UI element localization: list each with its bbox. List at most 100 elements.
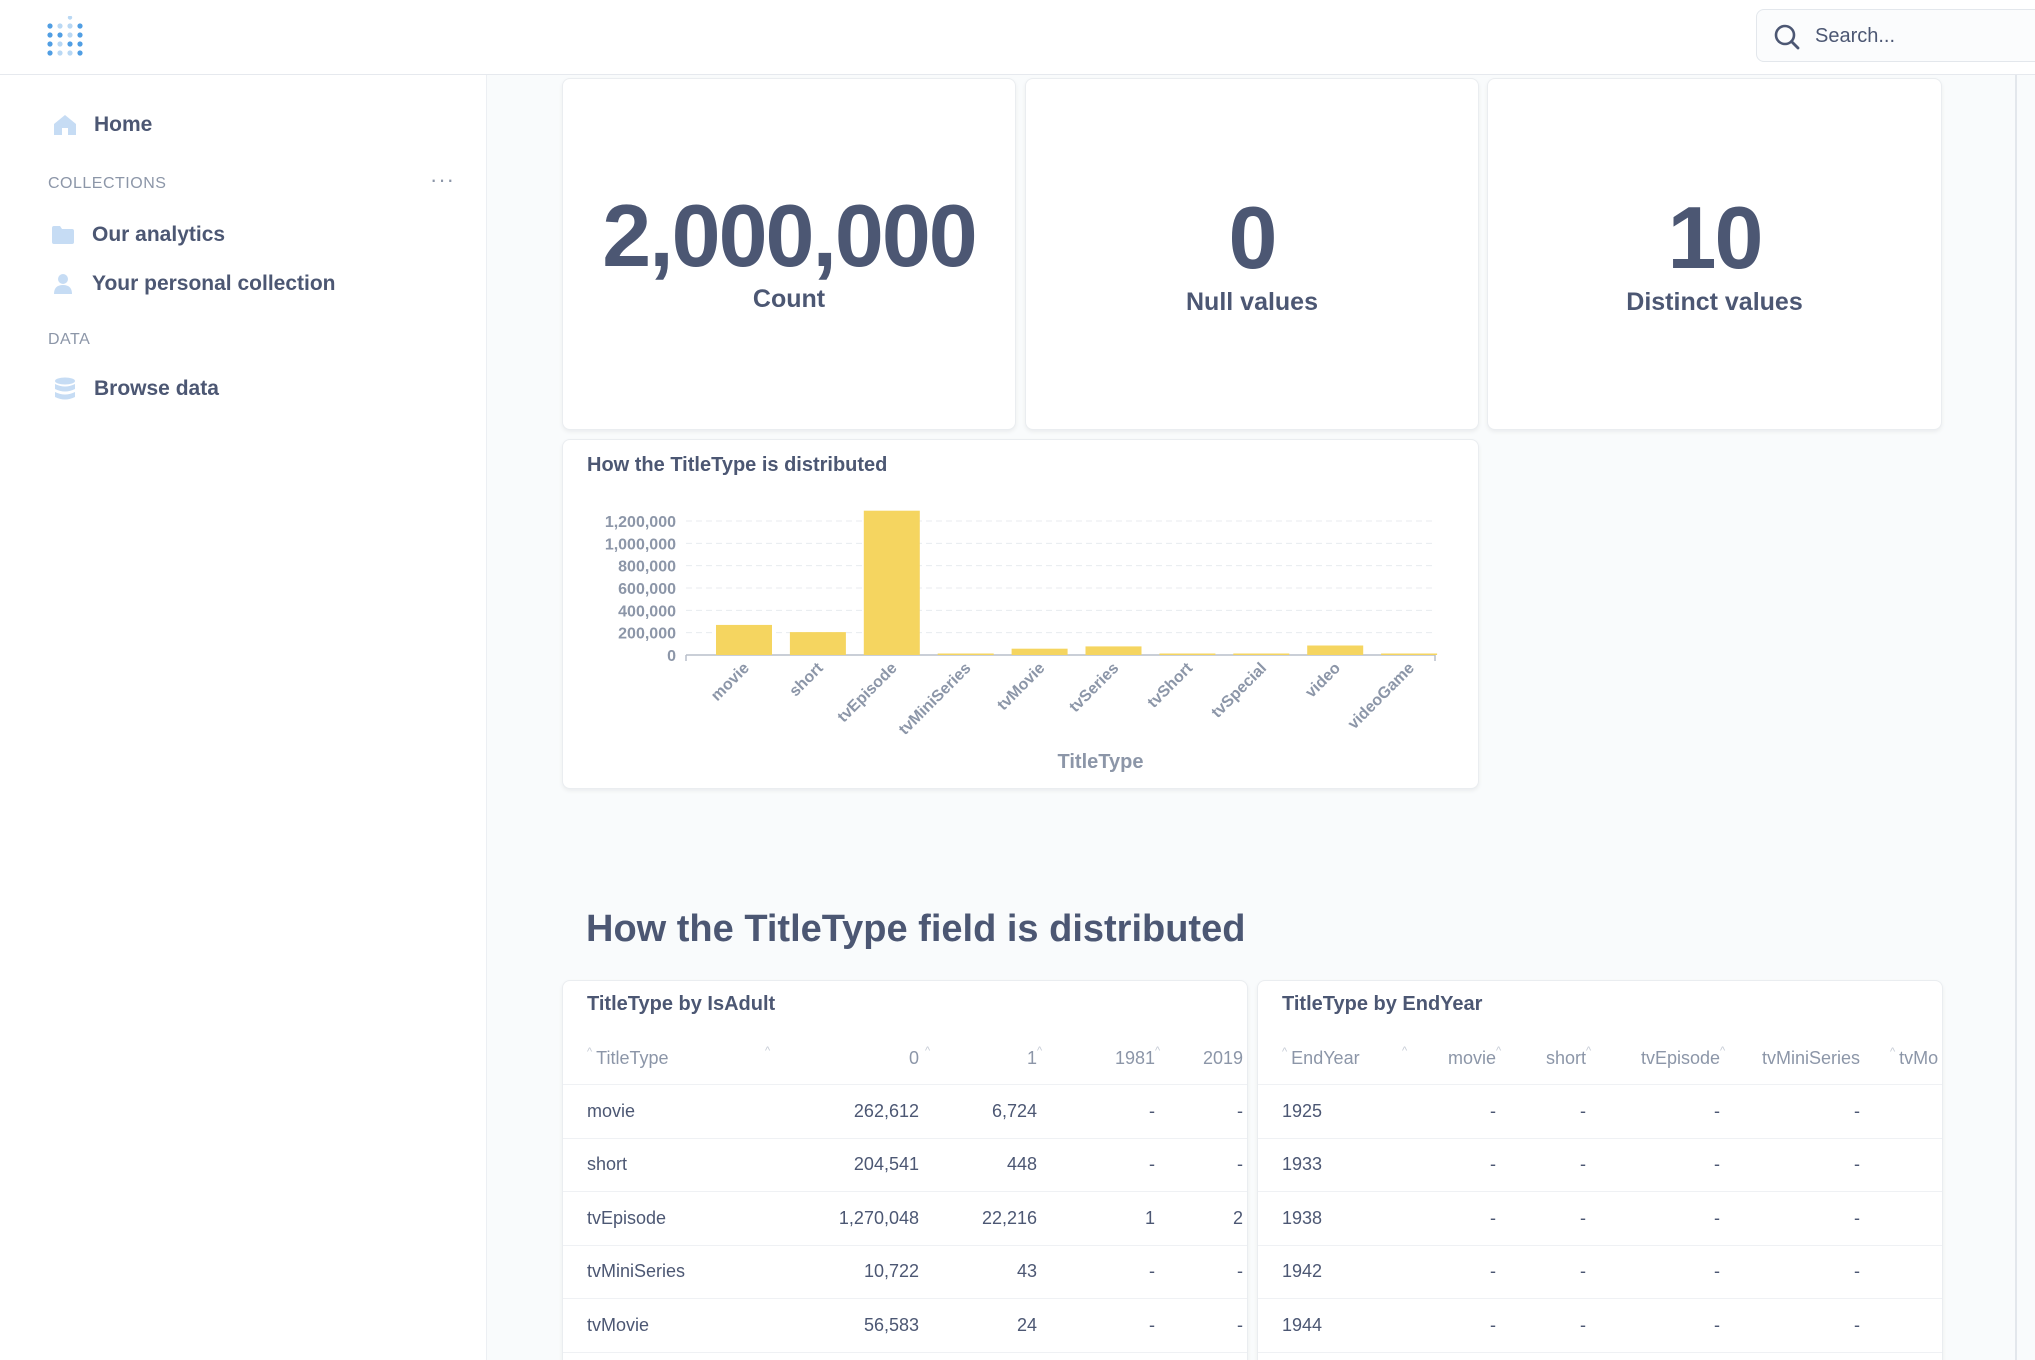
- table-cell[interactable]: -: [1496, 1085, 1586, 1138]
- sort-caret-icon[interactable]: ^: [1496, 1045, 1501, 1057]
- table-cell[interactable]: 56,583: [765, 1299, 919, 1352]
- sort-caret-icon[interactable]: ^: [1586, 1045, 1591, 1057]
- x-tick-label: movie: [708, 660, 753, 705]
- table-cell[interactable]: -: [1037, 1085, 1155, 1138]
- table-cell[interactable]: -: [1496, 1299, 1586, 1352]
- distinct-values-card[interactable]: 10 Distinct values: [1487, 78, 1942, 430]
- count-card[interactable]: 2,000,000 Count: [562, 78, 1016, 430]
- sort-caret-icon[interactable]: ^: [1402, 1045, 1407, 1057]
- table-cell[interactable]: -: [1037, 1299, 1155, 1352]
- bar: [863, 510, 920, 655]
- table-cell[interactable]: 1938: [1282, 1192, 1402, 1245]
- table-cell[interactable]: 1,270,048: [765, 1192, 919, 1245]
- sort-caret-icon[interactable]: ^: [1155, 1045, 1160, 1057]
- table-cell[interactable]: -: [1402, 1299, 1496, 1352]
- table-cell[interactable]: -: [1720, 1246, 1860, 1299]
- table-cell[interactable]: 204,541: [765, 1139, 919, 1192]
- table-cell[interactable]: -: [1155, 1299, 1243, 1352]
- titletype-by-endyear-card[interactable]: TitleType by EndYear ^ EndYear ^ movie ^ shor…: [1257, 980, 1943, 1360]
- table-cell[interactable]: -: [1155, 1085, 1243, 1138]
- sidebar: Home COLLECTIONS ··· Our analytics Your …: [0, 75, 487, 1360]
- column-header[interactable]: ^ EndYear: [1282, 1033, 1402, 1084]
- table-cell[interactable]: 1942: [1282, 1246, 1402, 1299]
- sidebar-item-label: Your personal collection: [92, 272, 336, 295]
- table-cell[interactable]: 262,612: [765, 1085, 919, 1138]
- table-cell[interactable]: 1933: [1282, 1139, 1402, 1192]
- column-header[interactable]: ^ 2019: [1155, 1033, 1243, 1084]
- table-cell[interactable]: -: [1720, 1192, 1860, 1245]
- column-header[interactable]: ^ 1981: [1037, 1033, 1155, 1084]
- column-header[interactable]: ^ movie: [1402, 1033, 1496, 1084]
- sort-caret-icon[interactable]: ^: [587, 1046, 592, 1058]
- table-cell[interactable]: -: [1586, 1085, 1720, 1138]
- table-cell[interactable]: tvMovie: [587, 1299, 737, 1352]
- table-cell[interactable]: 1944: [1282, 1299, 1402, 1352]
- table-cell[interactable]: 43: [925, 1246, 1037, 1299]
- table-cell[interactable]: -: [1496, 1246, 1586, 1299]
- table-cell[interactable]: 448: [925, 1139, 1037, 1192]
- table-cell[interactable]: 1: [1037, 1192, 1155, 1245]
- table-cell[interactable]: 24: [925, 1299, 1037, 1352]
- search-input[interactable]: Search...: [1815, 25, 1895, 48]
- metabase-logo-icon[interactable]: [46, 15, 86, 58]
- column-header[interactable]: ^ TitleType: [587, 1033, 737, 1084]
- sidebar-item-our-analytics[interactable]: Our analytics: [50, 223, 225, 247]
- sort-caret-icon[interactable]: ^: [1720, 1045, 1725, 1057]
- column-header[interactable]: ^ tvMo: [1890, 1033, 1942, 1084]
- x-tick-label: short: [786, 659, 827, 700]
- table-cell[interactable]: -: [1155, 1139, 1243, 1192]
- column-header[interactable]: ^ 0: [765, 1033, 919, 1084]
- table-cell[interactable]: -: [1155, 1246, 1243, 1299]
- sort-caret-icon[interactable]: ^: [765, 1045, 770, 1057]
- table-cell[interactable]: tvMiniSeries: [587, 1246, 737, 1299]
- table-cell[interactable]: -: [1496, 1139, 1586, 1192]
- table-cell[interactable]: -: [1496, 1192, 1586, 1245]
- table-cell[interactable]: short: [587, 1139, 737, 1192]
- table-cell[interactable]: -: [1586, 1192, 1720, 1245]
- column-header[interactable]: ^ short: [1496, 1033, 1586, 1084]
- sort-caret-icon[interactable]: ^: [1037, 1045, 1042, 1057]
- table-cell[interactable]: -: [1037, 1139, 1155, 1192]
- sort-caret-icon[interactable]: ^: [1890, 1046, 1895, 1058]
- table-cell[interactable]: -: [1586, 1246, 1720, 1299]
- column-header[interactable]: ^ 1: [925, 1033, 1037, 1084]
- table-cell[interactable]: -: [1720, 1139, 1860, 1192]
- column-header[interactable]: ^ tvMiniSeries: [1720, 1033, 1860, 1084]
- table-row: tvMiniSeries 10,722 43- -: [563, 1246, 1247, 1299]
- sort-caret-icon[interactable]: ^: [925, 1045, 930, 1057]
- table-cell[interactable]: -: [1402, 1192, 1496, 1245]
- table-cell[interactable]: -: [1402, 1085, 1496, 1138]
- table-cell[interactable]: -: [1402, 1139, 1496, 1192]
- database-icon: [52, 377, 78, 401]
- table-cell[interactable]: 10,722: [765, 1246, 919, 1299]
- page-scrollbar[interactable]: [2015, 75, 2017, 1360]
- sidebar-item-personal-collection[interactable]: Your personal collection: [50, 272, 336, 296]
- more-options-icon[interactable]: ···: [430, 169, 455, 191]
- titletype-by-isadult-card[interactable]: TitleType by IsAdult ^ TitleType ^ 0 ^ 1 ^ 1981…: [562, 980, 1248, 1360]
- table-cell[interactable]: -: [1586, 1299, 1720, 1352]
- distribution-chart-card[interactable]: How the TitleType is distributed 0 200,00…: [562, 439, 1479, 789]
- sort-caret-icon[interactable]: ^: [1282, 1046, 1287, 1058]
- table-cell[interactable]: 2: [1155, 1192, 1243, 1245]
- table-cell[interactable]: -: [1586, 1139, 1720, 1192]
- sidebar-item-home[interactable]: Home: [52, 113, 152, 137]
- sidebar-item-browse-data[interactable]: Browse data: [52, 377, 219, 401]
- table-cell[interactable]: tvEpisode: [587, 1192, 737, 1245]
- table-cell[interactable]: 1925: [1282, 1085, 1402, 1138]
- scalar-label: Null values: [1186, 288, 1318, 316]
- table-cell[interactable]: -: [1720, 1299, 1860, 1352]
- table-cell[interactable]: -: [1402, 1246, 1496, 1299]
- null-values-card[interactable]: 0 Null values: [1025, 78, 1479, 430]
- table-cell[interactable]: 22,216: [925, 1192, 1037, 1245]
- search-bar[interactable]: Search...: [1756, 9, 2035, 62]
- table-cell[interactable]: 6,724: [925, 1085, 1037, 1138]
- table-cell[interactable]: movie: [587, 1085, 737, 1138]
- table-cell[interactable]: -: [1720, 1085, 1860, 1138]
- column-header-label: 0: [908, 1048, 919, 1068]
- table-cell[interactable]: -: [1037, 1246, 1155, 1299]
- column-header[interactable]: ^ tvEpisode: [1586, 1033, 1720, 1084]
- bar: [789, 632, 846, 655]
- sidebar-item-label: Our analytics: [92, 223, 226, 246]
- search-icon: [1773, 23, 1801, 51]
- bar: [937, 653, 994, 655]
